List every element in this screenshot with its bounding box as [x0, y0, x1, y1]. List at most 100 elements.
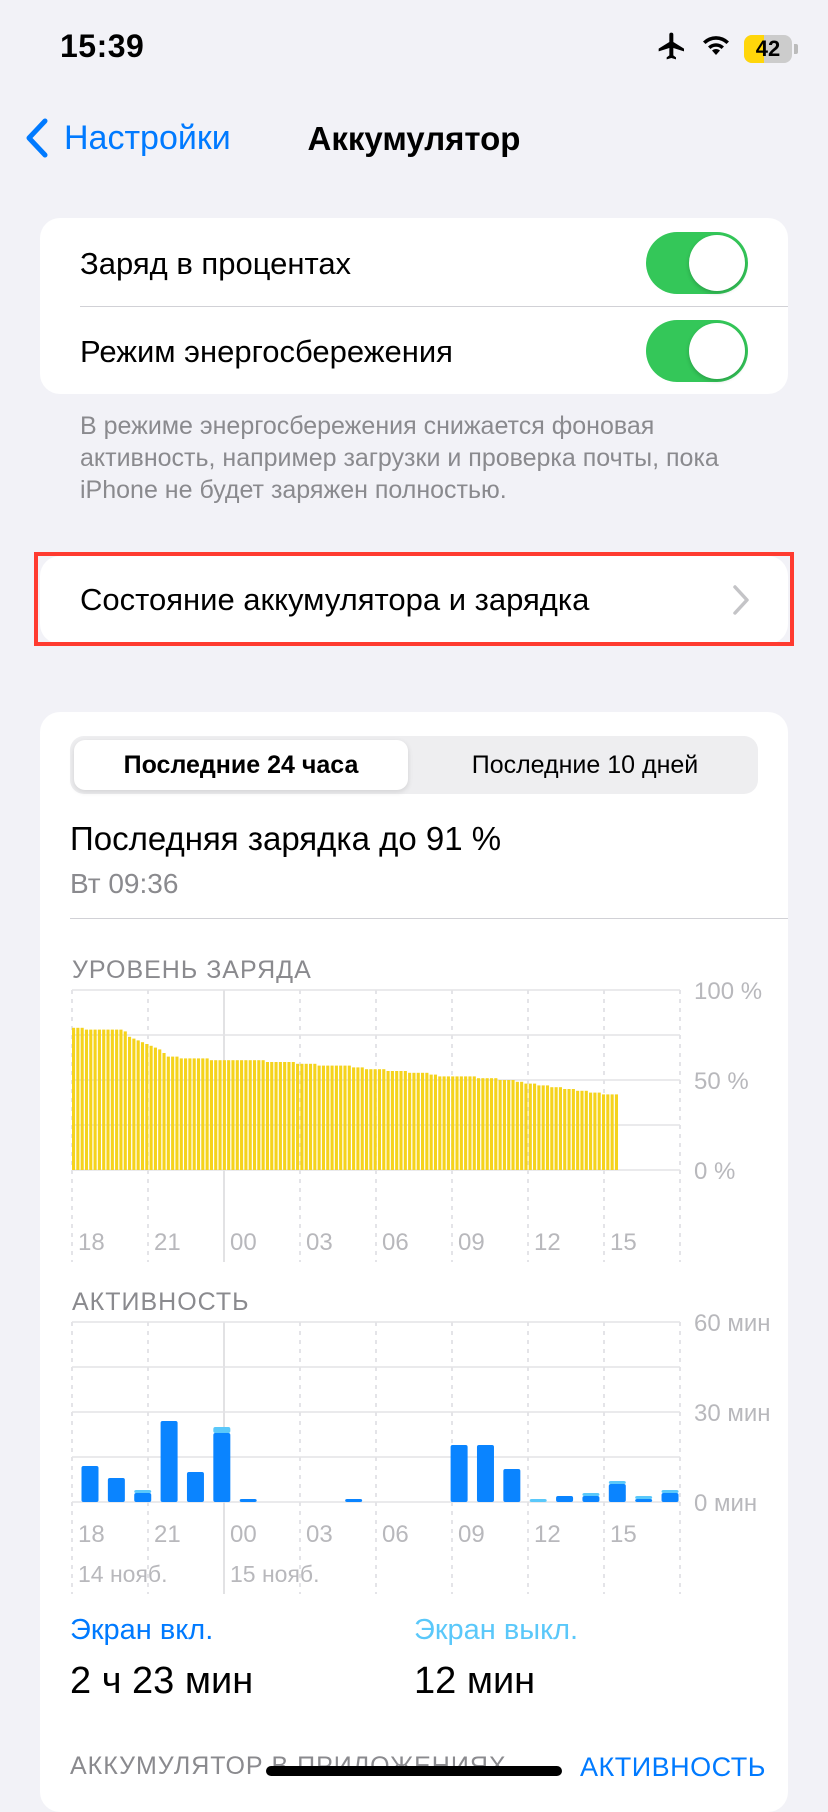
level-bar	[601, 1094, 606, 1170]
x-tick-label: 18	[78, 1521, 105, 1548]
x-tick-label: 15	[610, 1229, 637, 1256]
screen-off-bar	[661, 1490, 679, 1493]
screen-on-value: 2 ч 23 мин	[70, 1660, 254, 1702]
level-bar	[287, 1062, 291, 1170]
tab-last-10-days[interactable]: Последние 10 дней	[416, 740, 754, 790]
level-bar	[274, 1062, 278, 1170]
level-bar	[192, 1058, 196, 1170]
level-bar	[313, 1063, 317, 1170]
level-bar	[589, 1092, 593, 1170]
x-tick-label: 21	[154, 1521, 181, 1548]
level-bar	[485, 1078, 489, 1170]
level-bar	[369, 1069, 373, 1170]
screen-off-bar	[635, 1496, 653, 1499]
screen-off-value: 12 мин	[414, 1660, 536, 1702]
level-bar	[567, 1089, 571, 1170]
divider	[70, 918, 788, 919]
screen-on-bar	[450, 1445, 468, 1502]
level-bar	[283, 1062, 287, 1170]
level-bar	[477, 1078, 481, 1170]
home-indicator	[266, 1766, 562, 1776]
screen-off-bar	[582, 1493, 600, 1496]
level-bar	[128, 1036, 132, 1170]
level-bar	[558, 1087, 562, 1170]
level-bar	[571, 1089, 575, 1170]
x-tick-label: 12	[534, 1229, 561, 1256]
level-bar	[347, 1065, 351, 1170]
level-bar	[464, 1076, 468, 1170]
level-bar	[507, 1080, 511, 1170]
level-bar	[102, 1029, 106, 1170]
level-bar	[296, 1063, 300, 1170]
level-bar	[429, 1074, 433, 1170]
screen-on-bar	[556, 1496, 574, 1502]
wifi-icon	[700, 33, 732, 64]
level-bar	[321, 1065, 326, 1170]
x-tick-label: 12	[534, 1521, 561, 1548]
level-bar	[606, 1094, 610, 1170]
level-bar	[364, 1069, 369, 1170]
x-tick-label: 06	[382, 1521, 409, 1548]
level-bar	[550, 1087, 554, 1170]
level-bar	[304, 1063, 308, 1170]
usage-card: Последние 24 часа Последние 10 дней Посл…	[40, 712, 788, 1812]
screen-on-bar	[134, 1493, 152, 1502]
level-bar	[97, 1029, 101, 1170]
level-bar	[395, 1071, 399, 1170]
level-bar	[554, 1087, 558, 1170]
level-bar	[455, 1076, 459, 1170]
x-tick-label: 09	[458, 1229, 485, 1256]
page-title: Аккумулятор	[307, 120, 521, 157]
screen-on-bar	[345, 1499, 363, 1502]
level-bar	[209, 1060, 213, 1170]
screen-on-bar	[635, 1499, 653, 1502]
screen-on-bar	[608, 1484, 626, 1502]
level-bar	[270, 1062, 274, 1170]
level-bar	[119, 1029, 123, 1170]
settings-card: Заряд в процентах Режим энергосбережения	[40, 218, 788, 394]
x-tick-label: 15	[610, 1521, 637, 1548]
screen-on-bar	[186, 1472, 204, 1502]
level-bar	[442, 1076, 446, 1170]
level-bar	[533, 1083, 537, 1170]
x-tick-label: 06	[382, 1229, 409, 1256]
level-bar	[188, 1058, 192, 1170]
y-tick-label: 50 %	[694, 1068, 749, 1095]
level-bar	[166, 1056, 170, 1170]
low-power-toggle[interactable]	[646, 320, 748, 382]
level-bar	[89, 1029, 93, 1170]
level-bar	[610, 1094, 614, 1170]
level-bar	[334, 1065, 338, 1170]
level-bar	[498, 1080, 502, 1170]
tab-last-24-hours[interactable]: Последние 24 часа	[74, 740, 408, 790]
level-bar	[356, 1067, 360, 1170]
level-bar	[149, 1045, 153, 1170]
level-bar	[511, 1080, 515, 1170]
level-bar	[597, 1092, 601, 1170]
level-bar	[115, 1029, 119, 1170]
level-bar	[494, 1078, 498, 1170]
level-bar	[308, 1063, 313, 1170]
last-charge-time: Вт 09:36	[70, 868, 179, 899]
level-bar	[158, 1049, 162, 1170]
percent-label: Заряд в процентах	[80, 246, 352, 281]
screen-on-bar	[239, 1499, 257, 1502]
y-tick-label: 0 %	[694, 1158, 735, 1185]
level-bar	[352, 1067, 356, 1170]
level-bar	[201, 1058, 205, 1170]
level-bar	[489, 1078, 494, 1170]
activity-toggle-link[interactable]: АКТИВНОСТЬ	[580, 1752, 766, 1783]
level-bar	[576, 1090, 580, 1170]
level-bar	[110, 1029, 114, 1170]
level-bar	[373, 1069, 377, 1170]
last-charge: Последняя зарядка до 91 %	[70, 820, 502, 857]
x-tick-label: 00	[230, 1229, 257, 1256]
screen-on-bar	[107, 1478, 125, 1502]
level-bar	[132, 1038, 136, 1170]
screen-on-bar	[476, 1445, 494, 1502]
level-bar	[425, 1072, 429, 1170]
level-bar	[171, 1056, 175, 1170]
percent-toggle[interactable]	[646, 232, 748, 294]
level-bar	[416, 1072, 420, 1170]
level-bar	[438, 1076, 442, 1170]
